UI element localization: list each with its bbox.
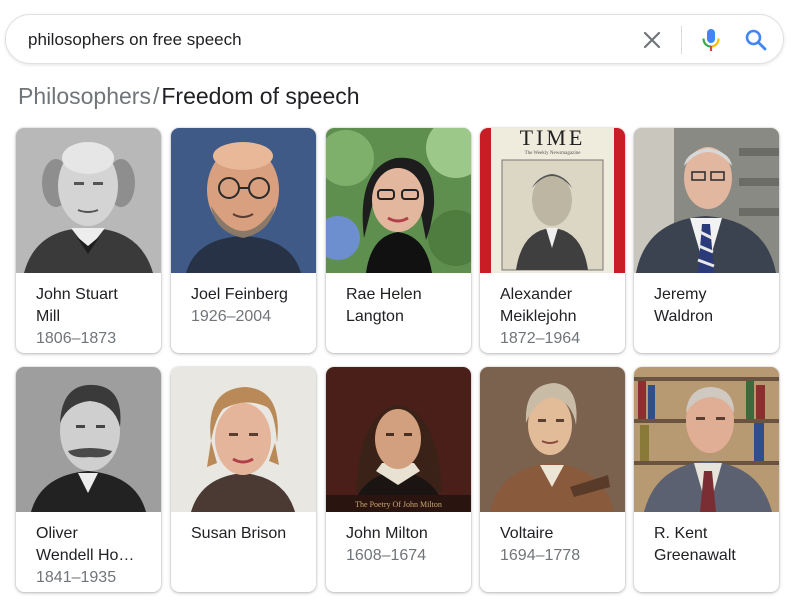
close-icon[interactable] — [640, 28, 664, 52]
person-years: 1608–1674 — [346, 547, 427, 564]
breadcrumb-separator: / — [152, 83, 160, 109]
breadcrumb-philosophers-link[interactable]: Philosophers — [18, 83, 151, 109]
philosopher-card[interactable]: R. Kent Greenawalt — [634, 367, 779, 592]
person-name: Waldron — [654, 308, 713, 325]
philosopher-card[interactable]: The Poetry Of John Milton John Milton 16… — [326, 367, 471, 592]
breadcrumb: Philosophers/Freedom of speech — [18, 82, 360, 110]
magazine-subtitle: The Weekly Newsmagazine — [525, 151, 582, 156]
person-years: 1694–1778 — [500, 547, 581, 564]
magazine-cover-image: TIME The Weekly Newsmagazine — [480, 128, 625, 273]
portrait-image — [634, 367, 779, 512]
person-name: R. Kent — [654, 525, 708, 542]
portrait-image — [171, 128, 316, 273]
person-years: 1841–1935 — [36, 569, 117, 586]
person-name: Meiklejohn — [500, 308, 577, 325]
philosopher-card[interactable]: Joel Feinberg 1926–2004 — [171, 128, 316, 353]
search-bar — [5, 14, 784, 64]
person-name: Oliver — [36, 525, 78, 542]
portrait-image — [634, 128, 779, 273]
philosopher-card[interactable]: John Stuart Mill 1806–1873 — [16, 128, 161, 353]
mic-icon[interactable] — [698, 27, 724, 53]
breadcrumb-current: Freedom of speech — [161, 83, 360, 109]
philosopher-card[interactable]: Susan Brison — [171, 367, 316, 592]
philosopher-card[interactable]: Oliver Wendell Ho… 1841–1935 — [16, 367, 161, 592]
person-name: Susan Brison — [191, 525, 287, 542]
philosopher-card[interactable]: Voltaire 1694–1778 — [480, 367, 625, 592]
philosopher-card[interactable]: TIME The Weekly Newsmagazine Alexander M… — [480, 128, 625, 353]
search-input[interactable] — [28, 28, 608, 52]
person-name: John Stuart — [36, 286, 118, 303]
person-years: 1926–2004 — [191, 308, 272, 325]
person-name: Mill — [36, 308, 60, 325]
person-name: Alexander — [500, 286, 573, 303]
book-title-caption: The Poetry Of John Milton — [355, 500, 442, 509]
portrait-image — [171, 367, 316, 512]
person-name: John Milton — [346, 525, 428, 542]
portrait-image: The Poetry Of John Milton — [326, 367, 471, 512]
person-name: Jeremy — [654, 286, 707, 303]
portrait-image — [16, 367, 161, 512]
person-name: Joel Feinberg — [191, 286, 288, 303]
philosopher-card[interactable]: Rae Helen Langton — [326, 128, 471, 353]
person-name: Wendell Ho… — [36, 547, 135, 564]
portrait-image — [480, 367, 625, 512]
person-years: 1872–1964 — [500, 330, 581, 347]
portrait-image — [16, 128, 161, 273]
person-years: 1806–1873 — [36, 330, 117, 347]
search-icon[interactable] — [743, 27, 769, 53]
magazine-title: TIME — [520, 128, 586, 150]
divider — [681, 26, 682, 54]
person-name: Voltaire — [500, 525, 554, 542]
philosopher-card[interactable]: Jeremy Waldron — [634, 128, 779, 353]
person-name: Langton — [346, 308, 404, 325]
person-name: Rae Helen — [346, 286, 422, 303]
person-name: Greenawalt — [654, 547, 736, 564]
portrait-image — [326, 128, 471, 273]
